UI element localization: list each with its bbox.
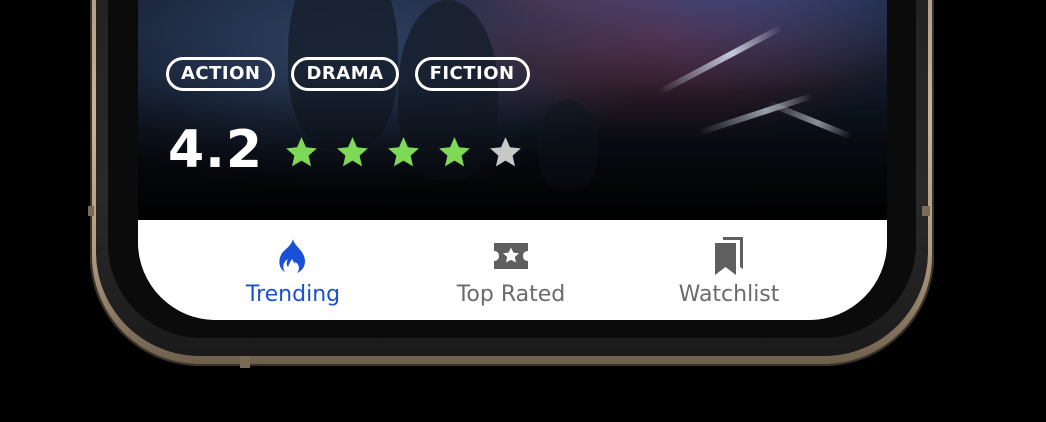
rating-row: 4.2 xyxy=(168,122,524,178)
star-filled-icon xyxy=(337,136,369,166)
genre-tag[interactable]: ACTION xyxy=(166,57,276,91)
rating-value: 4.2 xyxy=(168,120,264,180)
ticket-star-icon xyxy=(491,236,531,276)
star-filled-icon xyxy=(388,136,420,166)
tab-label: Top Rated xyxy=(456,282,566,307)
tab-label: Watchlist xyxy=(678,282,780,307)
genre-tags: ACTION DRAMA FICTION xyxy=(166,57,530,91)
star-filled-icon xyxy=(439,136,471,166)
phone-screen: ACTION DRAMA FICTION 4.2 Trending Top Ra… xyxy=(138,0,887,320)
antenna-band xyxy=(240,356,250,368)
tab-label: Trending xyxy=(245,282,341,307)
bottom-tab-bar: Trending Top Rated Watchlist xyxy=(138,220,887,320)
genre-tag[interactable]: FICTION xyxy=(414,57,530,91)
star-rating xyxy=(283,134,524,171)
tab-watchlist[interactable]: Watchlist xyxy=(649,236,809,308)
bookmarks-icon xyxy=(709,236,749,276)
tab-top-rated[interactable]: Top Rated xyxy=(431,236,591,308)
star-filled-icon xyxy=(286,136,318,166)
genre-tag[interactable]: DRAMA xyxy=(291,57,399,91)
side-button-right xyxy=(922,206,930,216)
star-empty-icon xyxy=(490,136,522,166)
flame-icon xyxy=(273,236,313,276)
side-button-left xyxy=(88,206,94,216)
tab-trending[interactable]: Trending xyxy=(213,236,373,308)
device-stage: ACTION DRAMA FICTION 4.2 Trending Top Ra… xyxy=(0,0,1046,422)
